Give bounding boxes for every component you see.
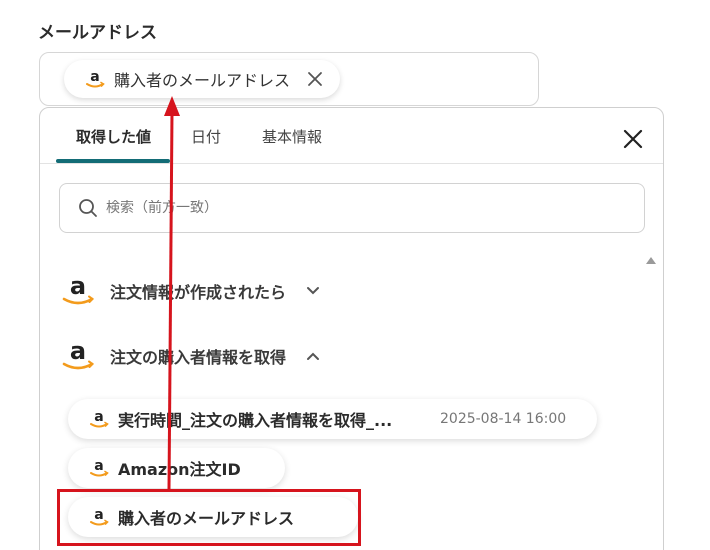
svg-text:a: a: [94, 458, 103, 474]
svg-text:a: a: [90, 69, 99, 85]
amazon-logo-icon: a: [60, 339, 96, 373]
item-value: 2025-08-14 16:00: [440, 411, 567, 427]
chip-text: 購入者のメールアドレス: [114, 71, 291, 90]
section-buyer-info[interactable]: a 注文の購入者情報を取得: [60, 339, 320, 373]
close-icon: [623, 129, 643, 149]
svg-text:a: a: [94, 409, 103, 425]
close-icon: [308, 72, 322, 86]
amazon-logo-icon: a: [60, 274, 96, 308]
amazon-logo-icon: a: [88, 457, 110, 479]
amazon-logo-icon: a: [84, 68, 106, 90]
search-box[interactable]: [59, 183, 645, 233]
item-label: Amazon注文ID: [118, 460, 241, 479]
section-title: 注文情報が作成されたら: [110, 283, 287, 302]
chevron-up-icon: [306, 351, 320, 361]
tab-basic-info[interactable]: 基本情報: [262, 126, 322, 147]
tab-date[interactable]: 日付: [191, 126, 221, 147]
scroll-up-arrow[interactable]: [646, 257, 656, 264]
selected-value-chip[interactable]: a 購入者のメールアドレス: [64, 60, 341, 98]
amazon-logo-icon: a: [88, 408, 110, 430]
section-title: 注文の購入者情報を取得: [110, 348, 287, 367]
variable-picker-panel: 取得した値 日付 基本情報 a 注文情報が作成されたら: [39, 107, 664, 550]
svg-text:a: a: [70, 339, 86, 365]
search-input[interactable]: [106, 200, 586, 216]
item-label: 実行時間_注文の購入者情報を取得_...: [118, 411, 393, 430]
tab-bar: 取得した値 日付 基本情報: [40, 108, 663, 164]
value-item-execution-time[interactable]: a 実行時間_注文の購入者情報を取得_... 2025-08-14 16:00: [68, 399, 597, 439]
value-item-amazon-order-id[interactable]: a Amazon注文ID: [68, 448, 285, 488]
chip-remove-button[interactable]: [304, 68, 326, 90]
tab-retrieved-values[interactable]: 取得した値: [76, 126, 151, 147]
field-label: メールアドレス: [38, 23, 157, 43]
search-icon: [79, 199, 97, 217]
svg-text:a: a: [70, 274, 86, 300]
panel-close-button[interactable]: [620, 126, 646, 152]
tab-underline: [56, 159, 170, 163]
chevron-down-icon: [306, 286, 320, 296]
section-order-created[interactable]: a 注文情報が作成されたら: [60, 274, 320, 308]
annotation-highlight-box: [57, 489, 361, 546]
